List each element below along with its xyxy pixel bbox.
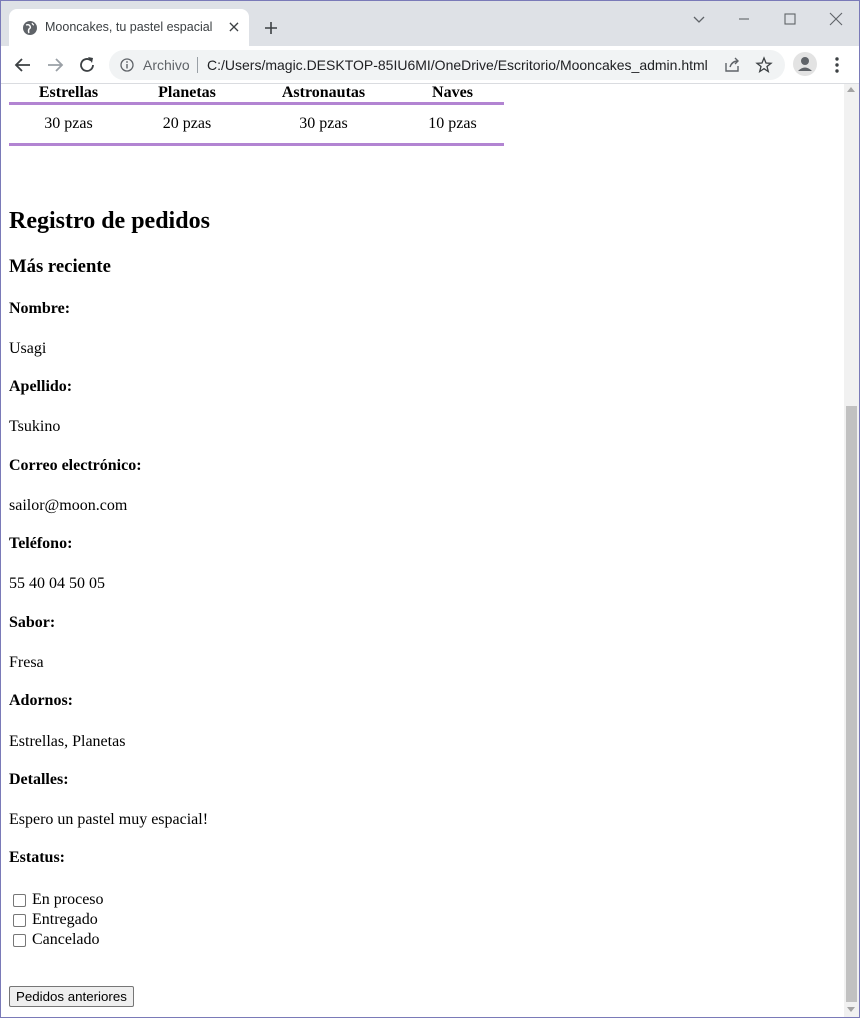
table-cell: 10 pzas	[428, 115, 477, 132]
address-bar[interactable]: Archivo C:/Users/magic.DESKTOP-85IU6MI/O…	[109, 50, 785, 80]
previous-orders-button[interactable]: Pedidos anteriores	[9, 986, 134, 1007]
browser-window: Mooncakes, tu pastel espacial × Archivo …	[0, 0, 860, 1018]
vertical-scrollbar[interactable]	[844, 84, 859, 1017]
back-arrow-icon[interactable]	[12, 54, 34, 76]
menu-dots-icon[interactable]	[829, 54, 845, 76]
maximize-icon[interactable]	[780, 9, 800, 29]
scheme-label: Archivo	[143, 57, 190, 73]
scroll-thumb[interactable]	[846, 406, 857, 1002]
field-label-apellido: Apellido:	[9, 378, 73, 395]
share-icon[interactable]	[723, 56, 741, 74]
table-header-row: Estrellas Planetas Astronautas Naves	[9, 84, 504, 102]
forward-arrow-icon[interactable]	[44, 54, 66, 76]
status-option-entregado[interactable]: Entregado	[9, 910, 104, 930]
field-value-detalles: Espero un pastel muy espacial!	[9, 811, 209, 828]
table-header: Astronautas	[281, 84, 366, 101]
status-label: Estatus:	[9, 849, 66, 866]
url-text[interactable]: C:/Users/magic.DESKTOP-85IU6MI/OneDrive/…	[207, 57, 708, 73]
checkbox[interactable]	[13, 913, 26, 927]
info-icon[interactable]	[120, 58, 134, 72]
latest-order-heading: Más reciente	[9, 256, 111, 277]
field-value-adornos: Estrellas, Planetas	[9, 733, 126, 750]
omnibox-separator	[197, 57, 198, 73]
checkbox-label: Cancelado	[32, 931, 100, 948]
checkbox[interactable]	[13, 893, 26, 907]
field-label-telefono: Teléfono:	[9, 535, 73, 552]
field-label-adornos: Adornos:	[9, 692, 74, 709]
status-options: En proceso Entregado Cancelado	[9, 890, 104, 950]
checkbox-label: En proceso	[32, 891, 104, 908]
field-value-sabor: Fresa	[9, 654, 44, 671]
table-header: Naves	[432, 84, 473, 101]
table-row: 30 pzas 20 pzas 30 pzas 10 pzas	[9, 105, 504, 143]
field-value-apellido: Tsukino	[9, 418, 61, 435]
field-label-correo: Correo electrónico:	[9, 457, 142, 474]
active-tab[interactable]: Mooncakes, tu pastel espacial ×	[9, 9, 249, 46]
close-tab-icon[interactable]: ×	[225, 18, 243, 36]
new-tab-icon[interactable]	[260, 17, 282, 39]
status-option-cancelado[interactable]: Cancelado	[9, 930, 104, 950]
close-window-icon[interactable]	[826, 9, 846, 29]
scroll-down-arrow-icon[interactable]	[847, 1007, 855, 1012]
table-cell: 30 pzas	[44, 115, 93, 132]
field-label-detalles: Detalles:	[9, 771, 69, 788]
table-divider	[9, 143, 504, 146]
tab-search-chevron-icon[interactable]	[689, 9, 709, 29]
inventory-table: Estrellas Planetas Astronautas Naves 30 …	[9, 84, 504, 146]
orders-heading: Registro de pedidos	[9, 208, 210, 234]
field-label-sabor: Sabor:	[9, 614, 56, 631]
table-header: Planetas	[158, 84, 216, 101]
globe-icon	[23, 21, 37, 35]
page-content[interactable]: Estrellas Planetas Astronautas Naves 30 …	[1, 84, 844, 1017]
scroll-up-arrow-icon[interactable]	[847, 87, 855, 92]
table-header: Estrellas	[38, 84, 99, 101]
bookmark-star-icon[interactable]	[755, 56, 773, 74]
field-value-nombre: Usagi	[9, 340, 47, 357]
field-value-correo: sailor@moon.com	[9, 497, 128, 514]
tab-title: Mooncakes, tu pastel espacial	[45, 20, 213, 34]
profile-avatar-icon[interactable]	[793, 52, 817, 76]
checkbox[interactable]	[13, 933, 26, 947]
field-label-nombre: Nombre:	[9, 300, 71, 317]
checkbox-label: Entregado	[32, 911, 98, 928]
minimize-icon[interactable]	[734, 9, 754, 29]
table-cell: 30 pzas	[299, 115, 348, 132]
browser-toolbar: Archivo C:/Users/magic.DESKTOP-85IU6MI/O…	[1, 46, 859, 84]
tab-strip: Mooncakes, tu pastel espacial ×	[1, 1, 859, 46]
status-option-en-proceso[interactable]: En proceso	[9, 890, 104, 910]
field-value-telefono: 55 40 04 50 05	[9, 575, 105, 592]
reload-icon[interactable]	[76, 54, 98, 76]
table-cell: 20 pzas	[162, 115, 212, 132]
